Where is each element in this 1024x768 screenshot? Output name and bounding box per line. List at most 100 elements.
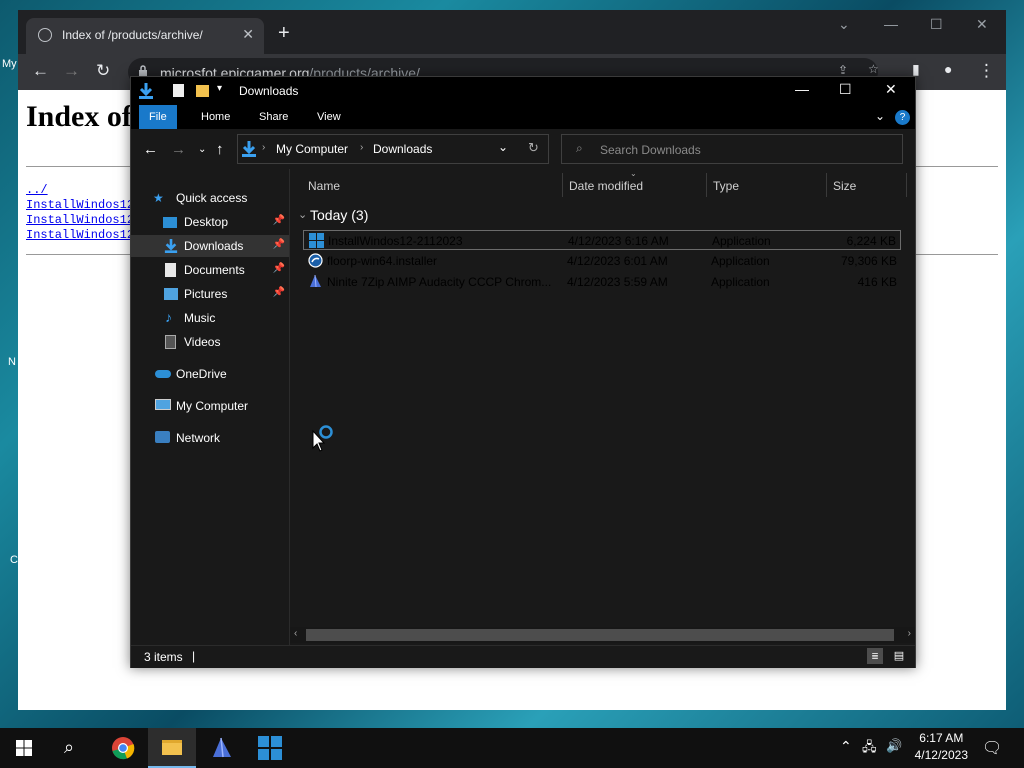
close-button[interactable]: ✕ [885, 81, 897, 98]
new-tab-button[interactable]: + [278, 23, 290, 43]
volume-icon[interactable]: 🔊 [886, 738, 902, 754]
chrome-taskbar-button[interactable] [98, 728, 146, 768]
reload-button[interactable]: ↻ [96, 61, 110, 81]
up-button[interactable]: ↑ [216, 141, 224, 158]
back-button[interactable]: ← [143, 141, 158, 158]
bookmark-star-icon[interactable]: ☆ [868, 62, 879, 76]
sidebar-item-label: Documents [184, 263, 245, 277]
sidebar-item-documents[interactable]: Documents 📌 [131, 259, 289, 281]
chrome-icon [112, 737, 135, 760]
windows-app-icon [258, 736, 282, 760]
show-hidden-icons-button[interactable]: ⌃ [840, 738, 852, 755]
status-separator: | [192, 649, 196, 663]
sidebar-item-network[interactable]: Network [131, 427, 289, 449]
sidebar-item-label: My Computer [176, 399, 249, 413]
search-input[interactable] [598, 140, 892, 160]
expand-ribbon-icon[interactable]: ⌄ [875, 109, 885, 123]
cloud-icon [155, 370, 171, 378]
horizontal-scrollbar[interactable]: ‹ › [290, 627, 915, 643]
tab-share[interactable]: Share [249, 105, 298, 129]
file-row[interactable]: InstallWindos12-2112023 4/12/2023 6:16 A… [303, 230, 901, 250]
sidebar-item-downloads[interactable]: Downloads 📌 [131, 235, 289, 257]
tab-file[interactable]: File [139, 105, 177, 129]
minimize-button[interactable]: — [884, 16, 898, 32]
scrollbar-thumb[interactable] [306, 629, 894, 641]
breadcrumb-downloads[interactable]: Downloads [373, 142, 432, 156]
pin-icon[interactable]: 📌 [273, 287, 285, 298]
desktop-icon-label: N [8, 356, 16, 368]
scroll-right-icon[interactable]: › [908, 628, 911, 639]
file-row[interactable]: Ninite 7Zip AIMP Audacity CCCP Chrom... … [303, 272, 901, 292]
file-name: InstallWindos12-2112023 [328, 234, 463, 248]
maximize-button[interactable]: ☐ [930, 16, 943, 33]
tab-home[interactable]: Home [191, 105, 240, 129]
breadcrumb-my-computer[interactable]: My Computer [276, 142, 348, 156]
start-button[interactable] [0, 728, 48, 768]
profile-icon[interactable]: ● [944, 61, 952, 77]
status-bar: 3 items | ≣ ▤ [131, 645, 915, 668]
sidebar-item-videos[interactable]: Videos [131, 331, 289, 353]
pin-icon[interactable]: 📌 [273, 215, 285, 226]
clock[interactable]: 6:17 AM 4/12/2023 [915, 731, 968, 762]
scroll-left-icon[interactable]: ‹ [294, 628, 297, 639]
search-button[interactable]: ⌕ [48, 728, 96, 768]
music-icon: ♪ [165, 309, 172, 325]
ribbon-tabs: File Home Share View ⌄ ? [131, 105, 915, 129]
desktop-icon-label: C [10, 554, 18, 566]
ninite-icon [213, 737, 231, 758]
file-row[interactable]: floorp-win64.installer 4/12/2023 6:01 AM… [303, 251, 901, 271]
sidebar-item-onedrive[interactable]: OneDrive [131, 363, 289, 385]
maximize-button[interactable]: ☐ [839, 81, 852, 98]
file-type: Application [712, 234, 771, 248]
parent-directory-link[interactable]: ../ [26, 183, 48, 197]
refresh-icon[interactable]: ↻ [528, 140, 539, 156]
file-explorer-taskbar-button[interactable] [148, 728, 196, 768]
document-icon [165, 263, 176, 277]
sidebar-item-my-computer[interactable]: My Computer [131, 395, 289, 417]
new-folder-icon[interactable] [196, 85, 209, 97]
properties-icon[interactable] [173, 84, 184, 97]
sidebar-item-music[interactable]: ♪ Music [131, 307, 289, 329]
tab-view[interactable]: View [307, 105, 351, 129]
forward-button[interactable]: → [63, 61, 80, 81]
file-name: floorp-win64.installer [327, 254, 438, 268]
sidebar-item-label: Videos [184, 335, 221, 349]
details-view-icon[interactable]: ≣ [867, 648, 883, 664]
folder-icon [162, 740, 182, 755]
window-title: Downloads [239, 84, 299, 98]
sidebar-item-label: Pictures [184, 287, 228, 301]
quick-access-toolbar-dropdown-icon[interactable]: ▾ [217, 83, 222, 94]
navigation-bar: ← → ⌄ ↑ › My Computer › Downloads ⌄ ↻ ⌕ [131, 129, 915, 169]
sidebar-item-quick-access[interactable]: ★ Quick access [131, 187, 289, 209]
pin-icon[interactable]: 📌 [273, 239, 285, 250]
search-icon: ⌕ [576, 141, 583, 155]
share-icon[interactable]: ⇪ [838, 63, 848, 77]
address-bar[interactable]: › My Computer › Downloads ⌄ ↻ [237, 134, 549, 164]
download-icon [139, 83, 153, 99]
network-icon[interactable]: 🖧 [862, 738, 877, 760]
network-icon [155, 431, 170, 443]
desktop-icon-label: My [2, 58, 17, 70]
sidebar-item-pictures[interactable]: Pictures 📌 [131, 283, 289, 305]
address-dropdown-icon[interactable]: ⌄ [498, 140, 508, 154]
floorp-icon [308, 253, 323, 268]
large-icons-view-icon[interactable]: ▤ [891, 648, 907, 664]
forward-button[interactable]: → [171, 141, 186, 158]
tab-search-icon[interactable]: ⌄ [838, 16, 850, 33]
tab-title: Index of /products/archive/ [62, 28, 203, 42]
ninite-taskbar-button[interactable] [198, 728, 246, 768]
browser-tab[interactable]: Index of /products/archive/ ✕ [26, 18, 264, 54]
minimize-button[interactable]: — [795, 81, 809, 97]
help-icon[interactable]: ? [895, 110, 910, 125]
close-tab-icon[interactable]: ✕ [242, 26, 254, 43]
search-box: ⌕ [561, 134, 903, 164]
sidebar-item-desktop[interactable]: Desktop 📌 [131, 211, 289, 233]
menu-icon[interactable]: ⋮ [978, 61, 995, 81]
close-button[interactable]: ✕ [976, 16, 988, 33]
recent-locations-icon[interactable]: ⌄ [198, 144, 206, 155]
notifications-icon[interactable]: 🗨 [982, 738, 1002, 758]
back-button[interactable]: ← [32, 61, 49, 81]
sidebar-item-label: Downloads [184, 239, 244, 253]
installer-taskbar-button[interactable] [246, 728, 294, 768]
pin-icon[interactable]: 📌 [273, 263, 285, 274]
